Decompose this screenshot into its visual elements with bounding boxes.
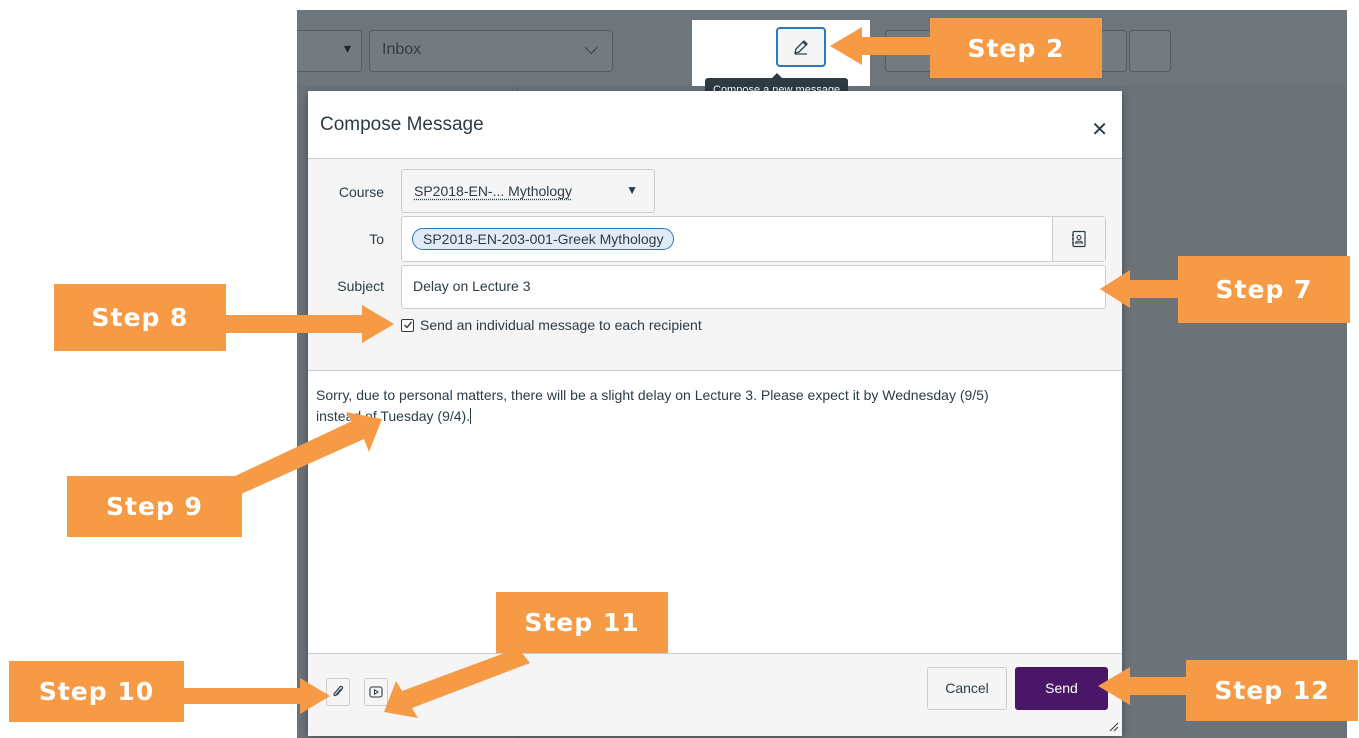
step2-callout: Step 2 bbox=[930, 18, 1102, 78]
subject-label: Subject bbox=[337, 278, 384, 294]
send-button[interactable]: Send bbox=[1015, 667, 1108, 710]
mailbox-dropdown: Inbox ⌵ bbox=[369, 30, 613, 72]
to-label: To bbox=[369, 231, 384, 247]
context-dropdown: ▾ bbox=[297, 30, 362, 72]
individual-message-label: Send an individual message to each recip… bbox=[420, 317, 702, 333]
record-media-button[interactable] bbox=[364, 678, 388, 706]
caret-down-icon: ▾ bbox=[343, 40, 351, 56]
step11-callout: Step 11 bbox=[496, 592, 668, 653]
step10-callout: Step 10 bbox=[9, 661, 184, 722]
subject-input[interactable]: Delay on Lecture 3 bbox=[401, 265, 1106, 309]
compose-message-dialog: Compose Message ✕ Course SP2018-EN-... M… bbox=[308, 91, 1122, 736]
dialog-title: Compose Message bbox=[320, 114, 484, 135]
attach-file-button[interactable] bbox=[326, 678, 350, 706]
pencil-icon bbox=[794, 40, 808, 55]
individual-message-checkbox[interactable] bbox=[401, 318, 414, 332]
to-field[interactable]: SP2018-EN-203-001-Greek Mythology bbox=[401, 216, 1106, 262]
message-body[interactable]: Sorry, due to personal matters, there wi… bbox=[308, 371, 1122, 653]
cancel-button[interactable]: Cancel bbox=[927, 667, 1007, 710]
compose-button[interactable] bbox=[776, 27, 826, 67]
course-select[interactable]: SP2018-EN-... Mythology ▼ bbox=[401, 169, 655, 213]
message-body-line-1: Sorry, due to personal matters, there wi… bbox=[316, 387, 989, 403]
caret-down-icon: ▼ bbox=[626, 183, 638, 197]
step8-callout: Step 8 bbox=[54, 284, 226, 351]
step12-callout: Step 12 bbox=[1186, 660, 1358, 721]
step9-callout: Step 9 bbox=[67, 476, 242, 537]
text-cursor bbox=[470, 408, 472, 424]
address-book-button[interactable] bbox=[1052, 217, 1105, 261]
course-select-value: SP2018-EN-... Mythology bbox=[414, 183, 572, 199]
recipient-token[interactable]: SP2018-EN-203-001-Greek Mythology bbox=[412, 228, 675, 250]
step7-callout: Step 7 bbox=[1178, 256, 1350, 323]
checkmark-icon bbox=[403, 321, 412, 329]
message-body-line-2: instead of Tuesday (9/4). bbox=[316, 408, 471, 424]
paperclip-icon bbox=[333, 685, 344, 697]
mailbox-dropdown-label: Inbox bbox=[382, 41, 422, 58]
resize-grip-icon[interactable] bbox=[1109, 722, 1119, 732]
course-label: Course bbox=[338, 184, 384, 200]
media-icon bbox=[369, 686, 383, 698]
individual-message-option[interactable]: Send an individual message to each recip… bbox=[401, 315, 702, 335]
toolbar-button-bg bbox=[1129, 30, 1171, 72]
dialog-header: Compose Message ✕ bbox=[308, 91, 1122, 159]
address-book-icon bbox=[1072, 230, 1086, 248]
close-icon[interactable]: ✕ bbox=[1091, 117, 1108, 142]
compose-form: Course SP2018-EN-... Mythology ▼ To SP20… bbox=[308, 159, 1122, 371]
chevron-down-icon: ⌵ bbox=[584, 38, 598, 58]
